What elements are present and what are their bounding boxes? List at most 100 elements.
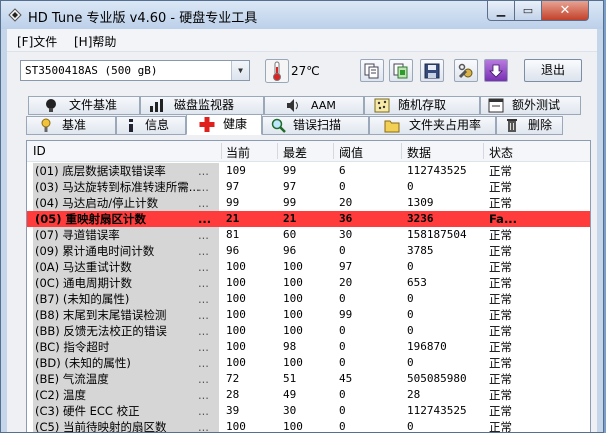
cell-status: 正常 (489, 292, 512, 306)
tab-label: 文件夹占用率 (409, 118, 482, 132)
table-row[interactable]: (0A) 马达重试计数... 100 100 97 0 正常 (27, 259, 590, 275)
menu-help[interactable]: [H]帮助 (74, 33, 116, 50)
save-button[interactable] (420, 59, 444, 82)
cell-threshold: 30 (339, 228, 353, 241)
exit-button[interactable]: 退出 (524, 59, 582, 82)
col-divider[interactable] (221, 143, 222, 159)
col-divider[interactable] (401, 143, 402, 159)
table-row[interactable]: (09) 累计通电时间计数... 96 96 0 3785 正常 (27, 243, 590, 259)
cell-current: 100 (226, 356, 246, 369)
tab-benchmark[interactable]: 基准 (26, 116, 116, 135)
cell-threshold: 0 (339, 340, 346, 353)
cell-worst: 100 (283, 324, 303, 337)
truncation-dots: ... (198, 340, 209, 354)
cell-data: 0 (407, 260, 414, 273)
tab-info[interactable]: 信息 (116, 116, 186, 135)
tab-error-scan[interactable]: 错误扫描 (262, 116, 369, 135)
drive-select[interactable]: ST3500418AS (500 gB) ▼ (20, 60, 250, 81)
attribute-name: (C3) 硬件 ECC 校正 (33, 403, 219, 419)
table-header: ID 当前 最差 阈值 数据 状态 (27, 141, 590, 162)
tab-aam[interactable]: AAM (264, 96, 364, 115)
table-row[interactable]: (C5) 当前待映射的扇区数... 100 100 0 0 正常 (27, 419, 590, 433)
col-header-current[interactable]: 当前 (226, 144, 250, 161)
attribute-name: (05) 重映射扇区计数 (35, 212, 147, 226)
minimize-button[interactable]: ▁ (487, 1, 515, 21)
cell-threshold: 36 (339, 212, 353, 225)
table-row[interactable]: (C3) 硬件 ECC 校正... 39 30 0 112743525 正常 (27, 403, 590, 419)
tab-extra-tests[interactable]: 额外测试 (480, 96, 581, 115)
table-row[interactable]: (BC) 指令超时... 100 98 0 196870 正常 (27, 339, 590, 355)
tab-label: 随机存取 (398, 98, 447, 112)
table-row[interactable]: (B7) (未知的属性)... 100 100 0 0 正常 (27, 291, 590, 307)
cell-status: 正常 (489, 404, 512, 418)
truncation-dots: ... (198, 388, 209, 402)
table-row[interactable]: (BB) 反馈无法校正的错误... 100 100 0 0 正常 (27, 323, 590, 339)
cell-data: 3236 (407, 212, 434, 225)
cell-threshold: 6 (339, 164, 346, 177)
drive-select-value: ST3500418AS (500 gB) (25, 64, 158, 77)
download-button[interactable] (484, 59, 508, 82)
col-header-id[interactable]: ID (33, 144, 46, 158)
tab-health[interactable]: 健康 (186, 114, 262, 135)
cell-current: 100 (226, 324, 246, 337)
cell-worst: 21 (283, 212, 297, 225)
cell-status: 正常 (489, 420, 512, 433)
attribute-name: (01) 底层数据读取错误率 (33, 163, 219, 179)
cell-worst: 100 (283, 292, 303, 305)
menu-file[interactable]: [F]文件 (17, 33, 57, 50)
col-header-threshold[interactable]: 阈值 (339, 144, 363, 161)
table-row[interactable]: (07) 寻道错误率... 81 60 30 158187504 正常 (27, 227, 590, 243)
truncation-dots: ... (198, 180, 209, 194)
col-divider[interactable] (277, 143, 278, 159)
cell-threshold: 0 (339, 292, 346, 305)
table-row[interactable]: (0C) 通电周期计数... 100 100 20 653 正常 (27, 275, 590, 291)
col-header-data[interactable]: 数据 (407, 144, 431, 161)
cell-worst: 100 (283, 420, 303, 433)
col-header-status[interactable]: 状态 (489, 144, 513, 161)
col-header-worst[interactable]: 最差 (283, 144, 307, 161)
trash-icon (507, 119, 517, 132)
cell-status: 正常 (489, 388, 512, 402)
table-row[interactable]: (04) 马达启动/停止计数... 99 99 20 1309 正常 (27, 195, 590, 211)
cell-threshold: 0 (339, 180, 346, 193)
table-row[interactable]: (01) 底层数据读取错误率... 109 99 6 112743525 正常 (27, 163, 590, 179)
table-row[interactable]: (05) 重映射扇区计数... 21 21 36 3236 Fa... (27, 211, 590, 227)
info-icon (129, 119, 133, 132)
col-divider[interactable] (483, 143, 484, 159)
close-button[interactable]: ✕ (541, 1, 589, 21)
arrow-down-icon (489, 64, 503, 78)
cell-current: 100 (226, 308, 246, 321)
tab-disk-monitor[interactable]: 磁盘监视器 (140, 96, 264, 115)
truncation-dots: ... (198, 324, 209, 338)
cell-worst: 100 (283, 260, 303, 273)
tab-file-benchmark[interactable]: 文件基准 (28, 96, 140, 115)
copy-text-icon (364, 63, 379, 79)
table-row[interactable]: (C2) 温度... 28 49 0 28 正常 (27, 387, 590, 403)
table-row[interactable]: (BE) 气流温度... 72 51 45 505085980 正常 (27, 371, 590, 387)
cell-threshold: 0 (339, 324, 346, 337)
cell-worst: 30 (283, 404, 297, 417)
copy-screenshot-button[interactable] (389, 59, 413, 82)
cell-threshold: 0 (339, 356, 346, 369)
tab-folder-usage[interactable]: 文件夹占用率 (369, 116, 496, 135)
truncation-dots: ... (198, 420, 209, 433)
cell-status: 正常 (489, 356, 512, 370)
attribute-name: (09) 累计通电时间计数 (33, 243, 219, 259)
table-row[interactable]: (BD) (未知的属性)... 100 100 0 0 正常 (27, 355, 590, 371)
cell-threshold: 20 (339, 196, 353, 209)
tab-random-access[interactable]: 随机存取 (364, 96, 480, 115)
cell-data: 1309 (407, 196, 434, 209)
cell-worst: 96 (283, 244, 297, 257)
copy-screenshot-icon (393, 63, 408, 79)
col-divider[interactable] (333, 143, 334, 159)
maximize-button[interactable]: ▭ (514, 1, 542, 21)
table-row[interactable]: (03) 马达旋转到标准转速所需...... 97 97 0 0 正常 (27, 179, 590, 195)
options-button[interactable] (454, 59, 478, 82)
menu-bar: [F]文件 [H]帮助 (7, 29, 597, 51)
cell-data: 0 (407, 356, 414, 369)
table-row[interactable]: (B8) 末尾到末尾错误检测... 100 100 99 0 正常 (27, 307, 590, 323)
truncation-dots: ... (198, 260, 209, 274)
cell-threshold: 0 (339, 420, 346, 433)
copy-text-button[interactable] (360, 59, 384, 82)
tab-erase[interactable]: 删除 (496, 116, 563, 135)
